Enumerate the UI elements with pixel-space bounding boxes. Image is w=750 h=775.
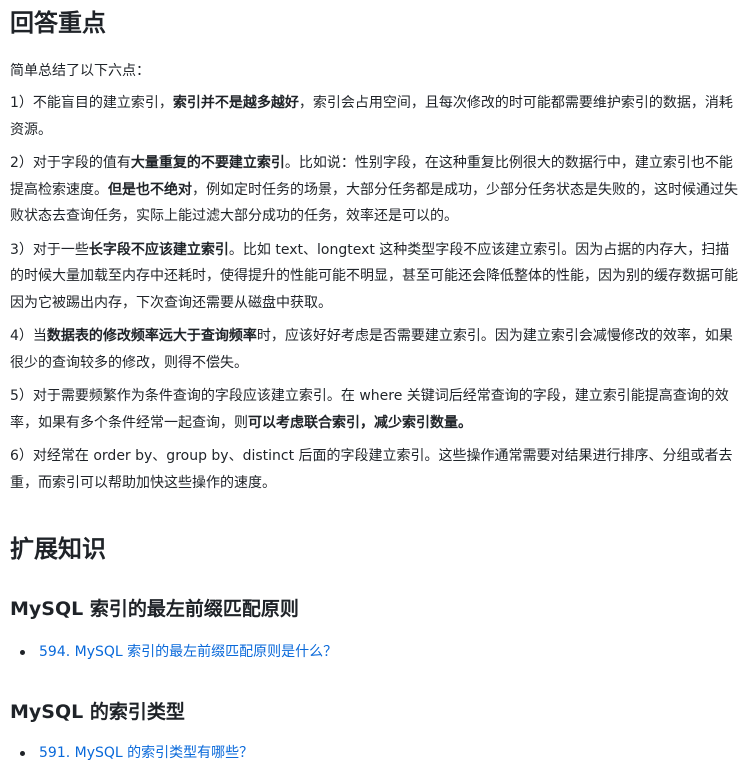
answer-heading: 回答重点	[10, 9, 106, 37]
intro-text: 简单总结了以下六点：	[10, 63, 150, 79]
section-links-index-types: 591. MySQL 的索引类型有哪些？	[20, 741, 253, 765]
point-3-emphasis: 长字段不应该建立索引	[88, 241, 229, 258]
extension-heading: 扩展知识	[10, 535, 106, 563]
section-heading-index-types: MySQL 的索引类型	[10, 701, 185, 723]
point-4: 4）当数据表的修改频率远大于查询频率时，应该好好考虑是否需要建立索引。因为建立索…	[10, 328, 733, 371]
point-2-emphasis-2: 但是也不绝对	[108, 181, 192, 198]
section-heading-leftmost-prefix: MySQL 索引的最左前缀匹配原则	[10, 598, 299, 620]
point-3: 3）对于一些长字段不应该建立索引。比如 text、longtext 这种类型字段…	[10, 241, 738, 311]
point-2: 2）对于字段的值有大量重复的不要建立索引。比如说：性别字段，在这种重复比例很大的…	[10, 155, 738, 224]
point-1-emphasis: 索引并不是越多越好	[172, 95, 299, 111]
list-item: 594. MySQL 索引的最左前缀匹配原则是什么？	[20, 640, 337, 664]
point-5: 5）对于需要频繁作为条件查询的字段应该建立索引。在 where 关键词后经常查询…	[10, 388, 729, 431]
link-index-types-question[interactable]: 591. MySQL 的索引类型有哪些？	[39, 741, 253, 765]
point-2-emphasis: 大量重复的不要建立索引	[130, 155, 285, 171]
points-list: 1）不能盲目的建立索引，索引并不是越多越好，索引会占用空间，且每次修改的时可能都…	[10, 90, 740, 503]
point-1: 1）不能盲目的建立索引，索引并不是越多越好，索引会占用空间，且每次修改的时可能都…	[10, 95, 733, 138]
point-5-emphasis: 可以考虑联合索引，减少索引数量。	[248, 414, 472, 431]
point-4-emphasis: 数据表的修改频率远大于查询频率	[46, 328, 257, 344]
bullet-icon	[20, 649, 25, 655]
list-item: 591. MySQL 的索引类型有哪些？	[20, 741, 253, 765]
point-6: 6）对经常在 order by、group by、distinct 后面的字段建…	[10, 448, 733, 491]
section-links-leftmost-prefix: 594. MySQL 索引的最左前缀匹配原则是什么？	[20, 640, 337, 664]
link-leftmost-prefix-question[interactable]: 594. MySQL 索引的最左前缀匹配原则是什么？	[39, 640, 337, 664]
bullet-icon	[20, 750, 25, 756]
